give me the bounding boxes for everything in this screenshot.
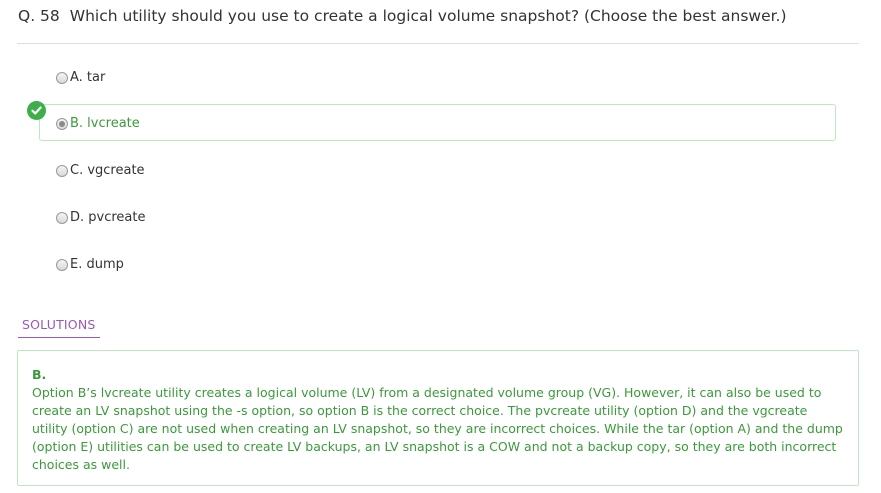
option-e-label: E. dump [70, 256, 124, 272]
option-b[interactable]: B. lvcreate [56, 113, 140, 133]
solution-panel: B. Option B’s lvcreate utility creates a… [17, 350, 859, 486]
option-c-label: C. vgcreate [70, 162, 145, 178]
option-d-radio[interactable] [56, 212, 68, 224]
option-e[interactable]: E. dump [56, 254, 124, 274]
option-b-radio[interactable] [56, 118, 68, 130]
option-a[interactable]: A. tar [56, 67, 105, 87]
option-d[interactable]: D. pvcreate [56, 207, 146, 227]
option-c[interactable]: C. vgcreate [56, 160, 145, 180]
question-header: Q. 58 Which utility should you use to cre… [18, 6, 787, 26]
solutions-tab[interactable]: SOLUTIONS [18, 316, 100, 338]
check-circle-icon [27, 101, 46, 120]
option-d-label: D. pvcreate [70, 209, 146, 225]
question-divider [17, 43, 859, 44]
option-c-radio[interactable] [56, 165, 68, 177]
question-text: Which utility should you use to create a… [69, 7, 787, 25]
correct-answer-highlight [39, 104, 836, 141]
option-a-label: A. tar [70, 69, 106, 85]
question-number: Q. 58 [18, 7, 60, 25]
option-e-radio[interactable] [56, 259, 68, 271]
solution-explanation: Option B’s lvcreate utility creates a lo… [32, 385, 843, 472]
option-a-radio[interactable] [56, 72, 68, 84]
option-b-label: B. lvcreate [70, 115, 140, 131]
solution-answer: B. [32, 367, 47, 382]
